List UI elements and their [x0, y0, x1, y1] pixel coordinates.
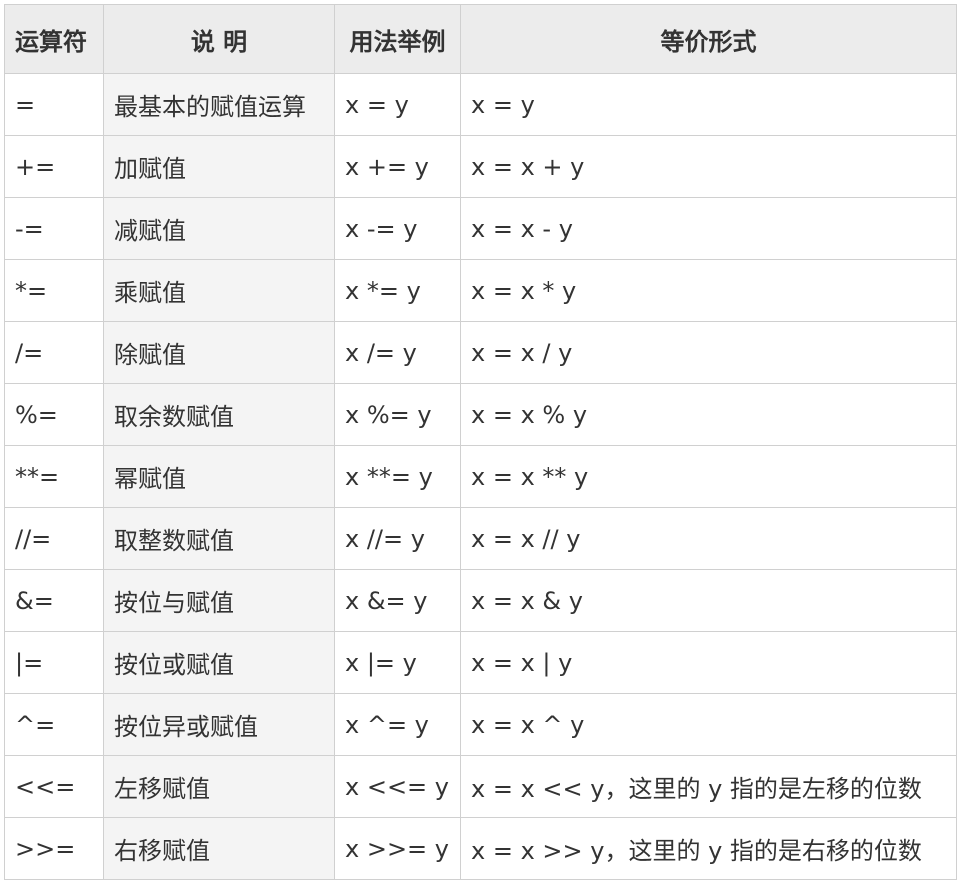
cell-description: 乘赋值	[103, 259, 335, 322]
cell-description: 按位异或赋值	[103, 693, 335, 756]
table-row: <<= 左移赋值 x <<= y x = x << y，这里的 y 指的是左移的…	[4, 755, 957, 818]
cell-usage: x /= y	[334, 321, 461, 384]
cell-description: 减赋值	[103, 197, 335, 260]
cell-description: 按位或赋值	[103, 631, 335, 694]
header-operator: 运算符	[4, 4, 104, 74]
cell-equivalent: x = x & y	[460, 569, 957, 632]
cell-operator: >>=	[4, 817, 104, 880]
cell-description: 幂赋值	[103, 445, 335, 508]
cell-operator: %=	[4, 383, 104, 446]
cell-usage: x &= y	[334, 569, 461, 632]
cell-equivalent: x = x | y	[460, 631, 957, 694]
table-row: = 最基本的赋值运算 x = y x = y	[4, 73, 957, 136]
table-row: |= 按位或赋值 x |= y x = x | y	[4, 631, 957, 694]
table-row: >>= 右移赋值 x >>= y x = x >> y，这里的 y 指的是右移的…	[4, 817, 957, 880]
cell-operator: -=	[4, 197, 104, 260]
table-row: **= 幂赋值 x **= y x = x ** y	[4, 445, 957, 508]
cell-operator: =	[4, 73, 104, 136]
cell-description: 右移赋值	[103, 817, 335, 880]
cell-equivalent: x = x + y	[460, 135, 957, 198]
cell-equivalent: x = x - y	[460, 197, 957, 260]
cell-usage: x %= y	[334, 383, 461, 446]
header-usage: 用法举例	[334, 4, 461, 74]
table-row: /= 除赋值 x /= y x = x / y	[4, 321, 957, 384]
cell-operator: /=	[4, 321, 104, 384]
cell-usage: x >>= y	[334, 817, 461, 880]
cell-usage: x //= y	[334, 507, 461, 570]
cell-operator: +=	[4, 135, 104, 198]
cell-operator: //=	[4, 507, 104, 570]
table-row: ^= 按位异或赋值 x ^= y x = x ^ y	[4, 693, 957, 756]
cell-operator: <<=	[4, 755, 104, 818]
cell-usage: x -= y	[334, 197, 461, 260]
cell-usage: x |= y	[334, 631, 461, 694]
cell-operator: &=	[4, 569, 104, 632]
cell-equivalent: x = y	[460, 73, 957, 136]
cell-description: 除赋值	[103, 321, 335, 384]
cell-equivalent: x = x >> y，这里的 y 指的是右移的位数	[460, 817, 957, 880]
cell-operator: **=	[4, 445, 104, 508]
cell-operator: ^=	[4, 693, 104, 756]
table-header: 运算符 说 明 用法举例 等价形式	[4, 4, 957, 74]
cell-usage: x ^= y	[334, 693, 461, 756]
table-body: = 最基本的赋值运算 x = y x = y += 加赋值 x += y x =…	[4, 73, 957, 880]
cell-operator: *=	[4, 259, 104, 322]
cell-equivalent: x = x / y	[460, 321, 957, 384]
cell-description: 最基本的赋值运算	[103, 73, 335, 136]
header-row: 运算符 说 明 用法举例 等价形式	[4, 4, 957, 74]
cell-description: 左移赋值	[103, 755, 335, 818]
assignment-operators-table: 运算符 说 明 用法举例 等价形式 = 最基本的赋值运算 x = y x = y…	[4, 4, 957, 880]
cell-usage: x *= y	[334, 259, 461, 322]
table-row: -= 减赋值 x -= y x = x - y	[4, 197, 957, 260]
cell-usage: x **= y	[334, 445, 461, 508]
cell-equivalent: x = x << y，这里的 y 指的是左移的位数	[460, 755, 957, 818]
cell-description: 取余数赋值	[103, 383, 335, 446]
cell-usage: x <<= y	[334, 755, 461, 818]
header-description: 说 明	[103, 4, 335, 74]
cell-equivalent: x = x % y	[460, 383, 957, 446]
table-row: += 加赋值 x += y x = x + y	[4, 135, 957, 198]
cell-usage: x += y	[334, 135, 461, 198]
cell-description: 取整数赋值	[103, 507, 335, 570]
table-row: %= 取余数赋值 x %= y x = x % y	[4, 383, 957, 446]
cell-equivalent: x = x // y	[460, 507, 957, 570]
table-row: &= 按位与赋值 x &= y x = x & y	[4, 569, 957, 632]
cell-equivalent: x = x ^ y	[460, 693, 957, 756]
cell-equivalent: x = x ** y	[460, 445, 957, 508]
table-row: *= 乘赋值 x *= y x = x * y	[4, 259, 957, 322]
cell-equivalent: x = x * y	[460, 259, 957, 322]
cell-description: 按位与赋值	[103, 569, 335, 632]
cell-usage: x = y	[334, 73, 461, 136]
cell-operator: |=	[4, 631, 104, 694]
header-equivalent: 等价形式	[460, 4, 957, 74]
table-row: //= 取整数赋值 x //= y x = x // y	[4, 507, 957, 570]
cell-description: 加赋值	[103, 135, 335, 198]
